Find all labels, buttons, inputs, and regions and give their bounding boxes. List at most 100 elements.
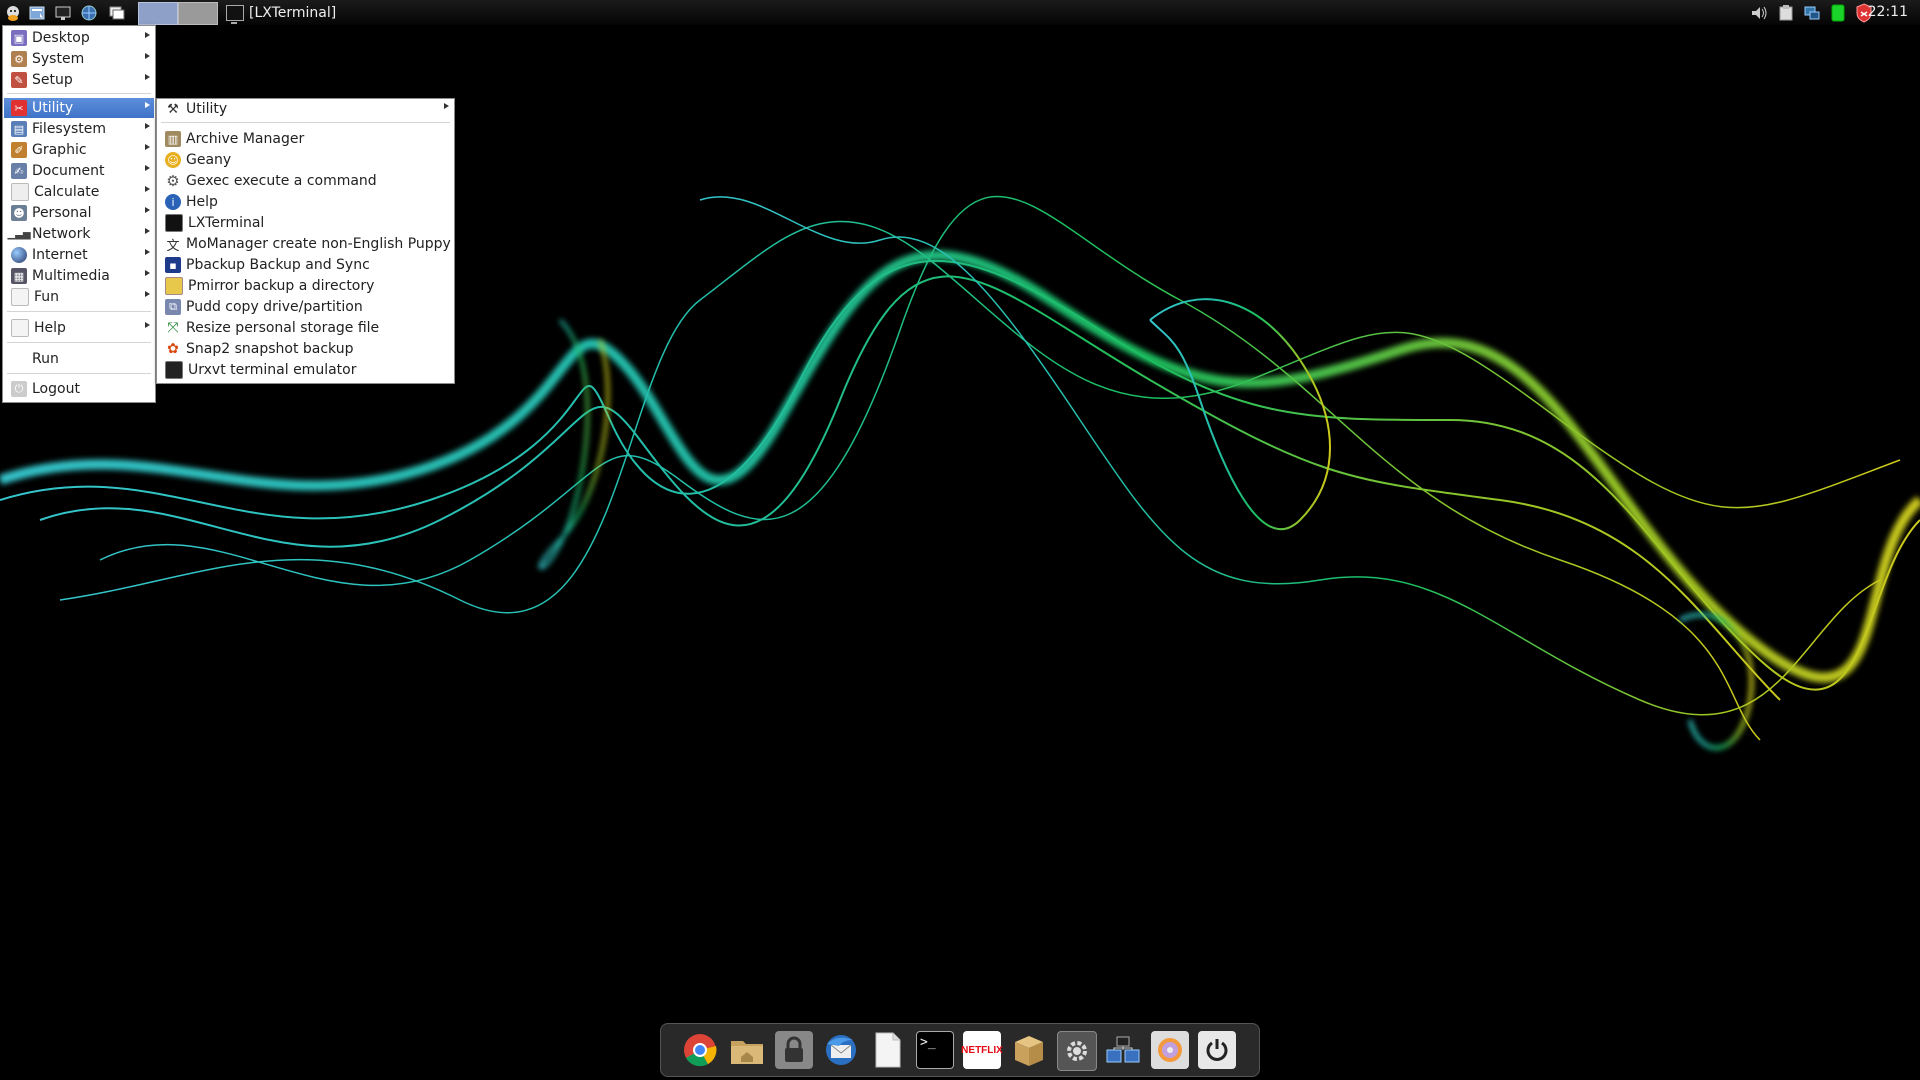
utility-submenu: ⚒ Utility ▥ Archive Manager ☺ Geany ⚙ Ge… bbox=[156, 98, 455, 384]
info-icon: i bbox=[165, 194, 181, 210]
settings-icon[interactable] bbox=[1057, 1031, 1097, 1071]
clock[interactable]: 22:11 bbox=[1868, 4, 1908, 20]
submenu-arrow-icon bbox=[145, 53, 150, 59]
menu-item-momanager[interactable]: 文 MoManager create non-English Puppy bbox=[158, 234, 453, 254]
menu-separator bbox=[161, 122, 450, 123]
taskbar-task-label: [LXTerminal] bbox=[249, 4, 337, 21]
menu-item-personal[interactable]: ☻ Personal bbox=[4, 203, 154, 223]
terminal-prompt-glyph: >_ bbox=[920, 1035, 936, 1050]
text-file-icon[interactable] bbox=[869, 1031, 907, 1069]
network-icon: ▁▃▅ bbox=[7, 228, 31, 240]
menu-separator bbox=[7, 93, 151, 94]
menu-item-setup[interactable]: ✎ Setup bbox=[4, 70, 154, 90]
menu-separator bbox=[7, 373, 151, 374]
menu-item-run[interactable]: Run bbox=[4, 349, 154, 369]
help-icon bbox=[11, 319, 29, 337]
submenu-arrow-icon bbox=[145, 102, 150, 108]
submenu-arrow-icon bbox=[145, 32, 150, 38]
submenu-arrow-icon bbox=[145, 186, 150, 192]
menu-item-pbackup[interactable]: ▪ Pbackup Backup and Sync bbox=[158, 255, 453, 275]
utility-tools-icon: ⚒ bbox=[167, 101, 179, 117]
menu-item-filesystem[interactable]: ▤ Filesystem bbox=[4, 119, 154, 139]
disc-burner-icon[interactable] bbox=[1151, 1031, 1189, 1069]
submenu-arrow-icon bbox=[145, 291, 150, 297]
window-list-icon[interactable] bbox=[106, 2, 127, 23]
volume-icon[interactable] bbox=[1749, 2, 1770, 23]
document-icon: ✍ bbox=[11, 163, 27, 179]
menu-separator bbox=[7, 342, 151, 343]
main-menu: ▣ Desktop ⚙ System ✎ Setup ✂ Utility ▤ F… bbox=[2, 25, 156, 403]
menu-item-desktop[interactable]: ▣ Desktop bbox=[4, 28, 154, 48]
storage-status-icon[interactable] bbox=[1827, 2, 1848, 23]
terminal-window-icon bbox=[226, 4, 244, 24]
menu-item-graphic[interactable]: ✐ Graphic bbox=[4, 140, 154, 160]
network-status-icon[interactable] bbox=[1801, 2, 1822, 23]
folder-icon bbox=[165, 277, 183, 295]
thunderbird-icon[interactable] bbox=[822, 1031, 860, 1069]
menu-item-snap2[interactable]: ✿ Snap2 snapshot backup bbox=[158, 339, 453, 359]
browser-launcher-icon[interactable] bbox=[78, 2, 99, 23]
archive-icon: ▥ bbox=[165, 131, 181, 147]
setup-icon: ✎ bbox=[11, 72, 27, 88]
submenu-arrow-icon bbox=[145, 165, 150, 171]
menu-item-multimedia[interactable]: ▦ Multimedia bbox=[4, 266, 154, 286]
floppy-icon: ▪ bbox=[165, 257, 181, 273]
package-icon[interactable] bbox=[1010, 1031, 1048, 1069]
show-desktop-icon[interactable] bbox=[52, 2, 73, 23]
resize-icon: ⤧ bbox=[167, 320, 179, 336]
lock-icon[interactable] bbox=[775, 1031, 813, 1069]
submenu-arrow-icon bbox=[145, 228, 150, 234]
menu-item-fun[interactable]: Fun bbox=[4, 287, 154, 307]
personal-icon: ☻ bbox=[11, 205, 27, 221]
menu-item-document[interactable]: ✍ Document bbox=[4, 161, 154, 181]
terminal-icon bbox=[165, 214, 183, 232]
power-icon[interactable] bbox=[1198, 1031, 1236, 1069]
netflix-label: NETFLIX bbox=[961, 1044, 1003, 1056]
terminal-icon[interactable]: >_ bbox=[916, 1031, 954, 1069]
puppy-menu-icon[interactable] bbox=[2, 2, 23, 23]
menu-item-resize-storage[interactable]: ⤧ Resize personal storage file bbox=[158, 318, 453, 338]
translate-icon: 文 bbox=[166, 238, 180, 254]
menu-item-internet[interactable]: Internet bbox=[4, 245, 154, 265]
menu-item-urxvt[interactable]: Urxvt terminal emulator bbox=[158, 360, 453, 380]
internet-icon bbox=[11, 247, 27, 263]
top-panel: [LXTerminal] 22:11 bbox=[0, 0, 1920, 25]
menu-item-help[interactable]: Help bbox=[4, 318, 154, 338]
geany-icon: ☺ bbox=[165, 152, 181, 168]
menu-item-logout[interactable]: ⏻ Logout bbox=[4, 379, 154, 399]
menu-item-pmirror[interactable]: Pmirror backup a directory bbox=[158, 276, 453, 296]
fun-icon bbox=[11, 288, 29, 306]
netflix-icon[interactable]: NETFLIX bbox=[961, 1031, 1003, 1069]
clipboard-icon[interactable] bbox=[1775, 2, 1796, 23]
bottom-dock: >_ NETFLIX bbox=[660, 1023, 1260, 1077]
terminal-icon bbox=[165, 361, 183, 379]
logout-icon: ⏻ bbox=[11, 381, 27, 397]
chrome-icon[interactable] bbox=[681, 1031, 719, 1069]
filesystem-icon: ▤ bbox=[11, 121, 27, 137]
drive-copy-icon: ⧉ bbox=[165, 299, 181, 315]
menu-item-archive-manager[interactable]: ▥ Archive Manager bbox=[158, 129, 453, 149]
menu-item-utility[interactable]: ✂ Utility bbox=[4, 98, 154, 118]
network-manager-icon[interactable] bbox=[1104, 1031, 1142, 1069]
menu-item-pudd[interactable]: ⧉ Pudd copy drive/partition bbox=[158, 297, 453, 317]
file-manager-launcher-icon[interactable] bbox=[26, 2, 47, 23]
menu-item-network[interactable]: ▁▃▅ Network bbox=[4, 224, 154, 244]
menu-item-calculate[interactable]: Calculate bbox=[4, 182, 154, 202]
submenu-header-utility[interactable]: ⚒ Utility bbox=[158, 99, 453, 119]
workspace-2[interactable] bbox=[178, 2, 218, 25]
submenu-arrow-icon bbox=[145, 144, 150, 150]
submenu-arrow-icon bbox=[145, 249, 150, 255]
graphic-icon: ✐ bbox=[11, 142, 27, 158]
menu-item-gexec[interactable]: ⚙ Gexec execute a command bbox=[158, 171, 453, 191]
submenu-arrow-icon bbox=[444, 103, 449, 109]
submenu-arrow-icon bbox=[145, 123, 150, 129]
taskbar-lxterminal-task[interactable]: [LXTerminal] bbox=[226, 2, 337, 24]
workspace-1[interactable] bbox=[138, 2, 178, 25]
menu-item-help-utility[interactable]: i Help bbox=[158, 192, 453, 212]
menu-item-lxterminal[interactable]: LXTerminal bbox=[158, 213, 453, 233]
home-folder-icon[interactable] bbox=[728, 1031, 766, 1069]
submenu-arrow-icon bbox=[145, 322, 150, 328]
calculate-icon bbox=[11, 183, 29, 201]
menu-item-geany[interactable]: ☺ Geany bbox=[158, 150, 453, 170]
menu-item-system[interactable]: ⚙ System bbox=[4, 49, 154, 69]
